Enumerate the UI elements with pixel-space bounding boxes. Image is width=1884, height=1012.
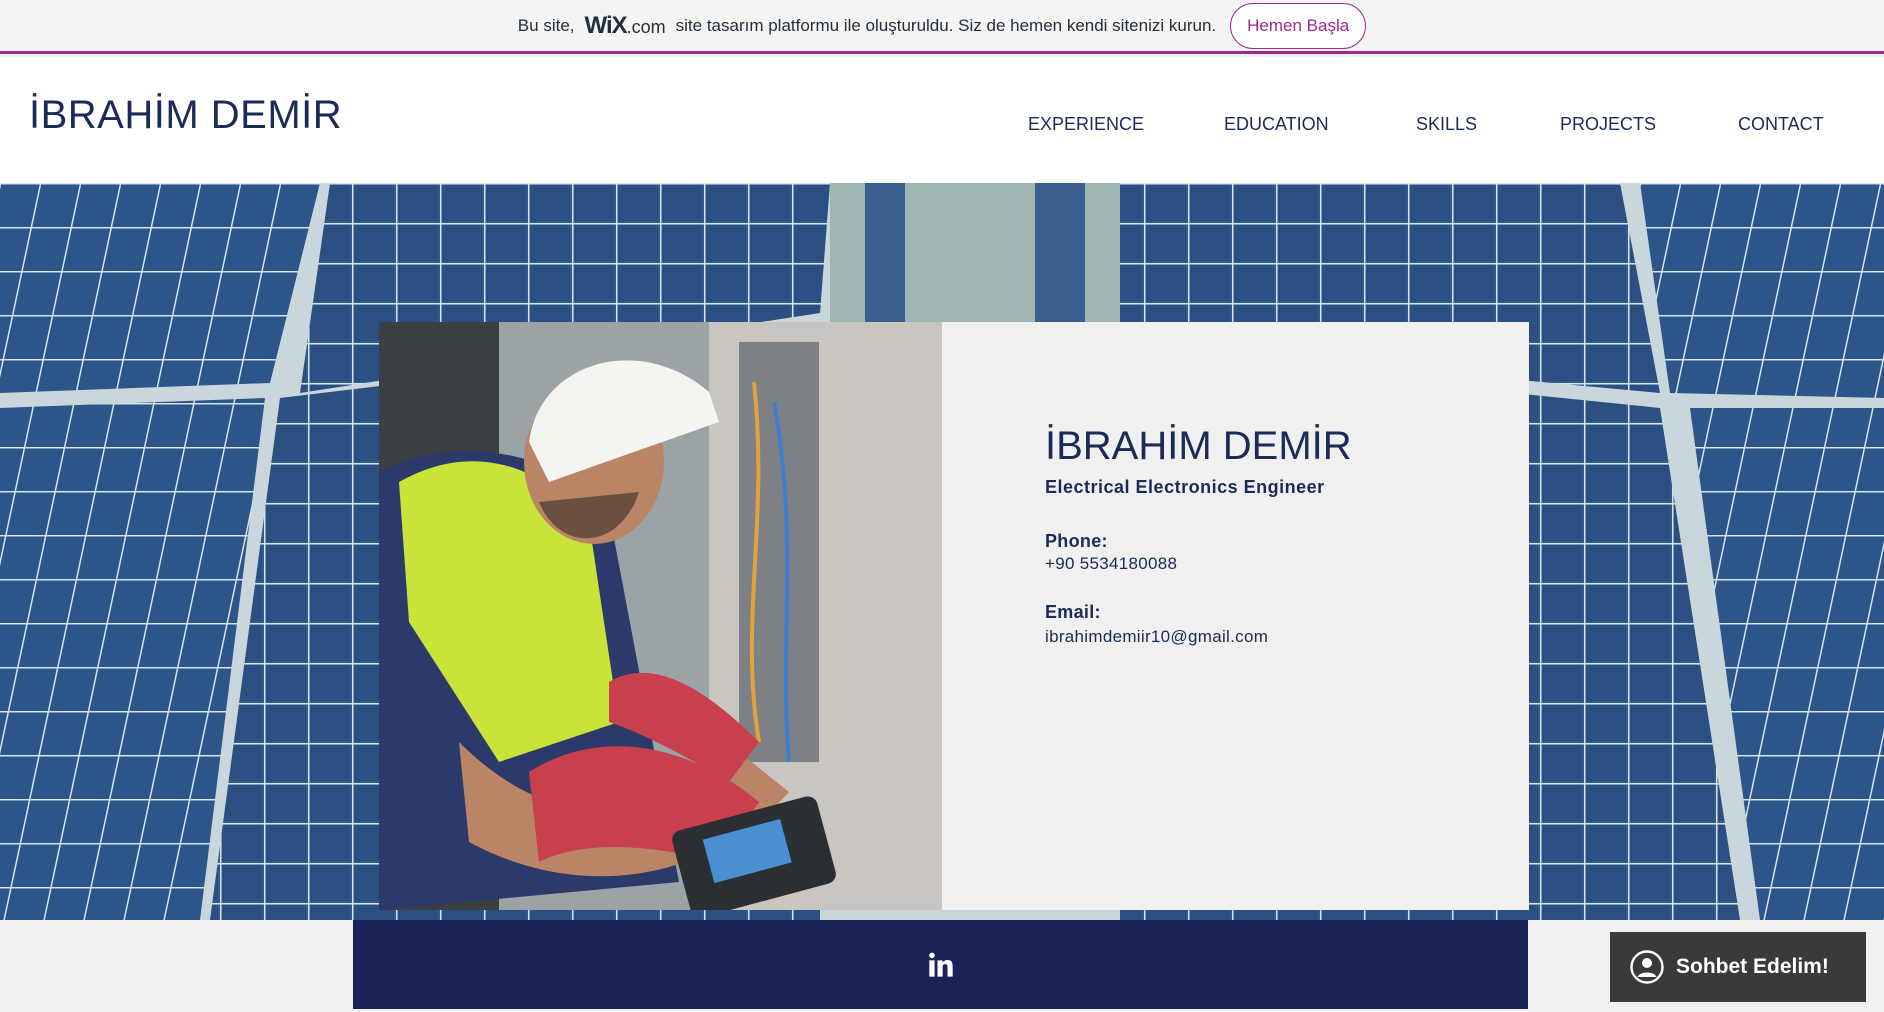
linkedin-icon[interactable] <box>927 951 955 979</box>
nav-item-experience[interactable]: EXPERIENCE <box>1028 114 1144 135</box>
nav-item-projects[interactable]: PROJECTS <box>1560 114 1656 135</box>
wix-logo: WiX.com <box>584 11 666 39</box>
profile-title: Electrical Electronics Engineer <box>1045 477 1325 497</box>
profile-name: İBRAHİM DEMİR <box>1045 424 1352 468</box>
profile-card: İBRAHİM DEMİR Electrical Electronics Eng… <box>379 322 1529 910</box>
wix-start-button[interactable]: Hemen Başla <box>1230 2 1367 49</box>
nav-item-contact[interactable]: CONTACT <box>1738 114 1824 135</box>
wix-banner-text-after: site tasarım platformu ile oluşturuldu. … <box>675 15 1217 35</box>
email-value[interactable]: ibrahimdemiir10@gmail.com <box>1045 627 1268 647</box>
chat-button[interactable]: Sohbet Edelim! <box>1610 932 1866 1002</box>
wix-banner: Bu site, WiX.com site tasarım platformu … <box>0 0 1884 54</box>
chat-button-label: Sohbet Edelim! <box>1676 955 1829 978</box>
phone-label: Phone: <box>1045 531 1108 551</box>
social-bar <box>353 920 1528 1009</box>
nav-item-skills[interactable]: SKILLS <box>1416 114 1477 135</box>
engineer-photo-image <box>379 322 942 910</box>
profile-info: İBRAHİM DEMİR Electrical Electronics Eng… <box>942 322 1529 910</box>
nav-item-education[interactable]: EDUCATION <box>1224 114 1329 135</box>
engineer-photo <box>379 322 942 910</box>
site-header: İBRAHİM DEMİR EXPERIENCE EDUCATION SKILL… <box>0 57 1884 183</box>
site-logo-name[interactable]: İBRAHİM DEMİR <box>29 93 342 138</box>
phone-value[interactable]: +90 5534180088 <box>1045 554 1177 574</box>
wix-banner-text-before: Bu site, <box>517 15 575 35</box>
email-label: Email: <box>1045 602 1101 622</box>
user-avatar-icon <box>1630 950 1664 984</box>
